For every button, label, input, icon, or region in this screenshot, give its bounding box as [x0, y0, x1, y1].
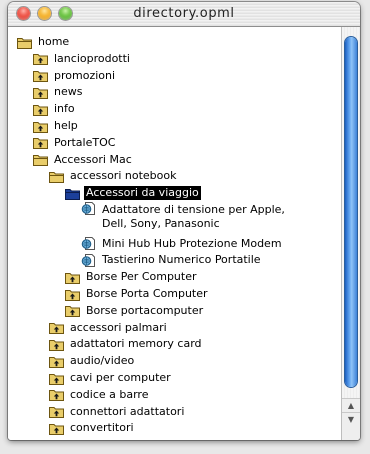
tree-item-label: cavi per computer [70, 371, 171, 384]
folder-arrow-icon[interactable] [65, 288, 80, 301]
tree-item-label: Borse Porta Computer [86, 287, 208, 300]
folder-open-icon[interactable] [49, 170, 64, 183]
tree-item[interactable]: Tastierino Numerico Portatile [81, 252, 263, 268]
folder-arrow-icon[interactable] [33, 86, 48, 99]
tree-item[interactable]: adattatori memory card [49, 336, 204, 352]
tree-item-label: home [38, 35, 70, 48]
tree-item-label: Borse Per Computer [86, 270, 197, 284]
tree-item-label: Tastierino Numerico Portatile [102, 253, 261, 267]
scroll-down-arrow-icon[interactable]: ▼ [342, 412, 360, 427]
tree-item[interactable]: Borse portacomputer [65, 303, 205, 319]
tree-item[interactable]: accessori palmari [49, 320, 169, 336]
tree-item[interactable]: news [33, 84, 84, 100]
folder-arrow-icon[interactable] [49, 321, 64, 335]
tree-item-label: Adattatore di tensione per Apple, Dell, … [102, 203, 285, 230]
folder-arrow-icon[interactable] [65, 271, 80, 284]
globe-document-icon[interactable] [81, 237, 96, 251]
tree-item-label: connettori adattatori [70, 404, 185, 418]
tree-item[interactable]: Adattatore di tensione per Apple, Dell, … [81, 202, 314, 231]
tree-item[interactable]: codice a barre [49, 387, 150, 403]
tree-item-label: Accessori da viaggio [84, 186, 201, 201]
tree-item-label: codice a barre [70, 387, 149, 401]
tree-item-label: help [54, 119, 78, 132]
folder-arrow-icon[interactable] [49, 338, 64, 351]
folder-arrow-icon[interactable] [49, 372, 64, 385]
tree-item-label: info [54, 102, 75, 116]
tree-item-label: accessori notebook [70, 169, 177, 183]
folder-arrow-icon[interactable] [33, 136, 48, 150]
tree-item-label: PortaleTOC [54, 135, 116, 149]
tree-item[interactable]: Borse Per Computer [65, 269, 199, 285]
tree-item[interactable]: cavi per computer [49, 370, 173, 386]
resize-grip-icon[interactable] [342, 426, 360, 440]
tree-item[interactable]: convertitori [49, 420, 136, 436]
tree-item-label: Mini Hub Hub Protezione Modem [102, 236, 282, 250]
folder-arrow-icon[interactable] [49, 422, 64, 435]
tree-item[interactable]: connettori adattatori [49, 404, 186, 420]
tree-item-selected[interactable]: Accessori da viaggio [65, 185, 201, 201]
folder-arrow-icon[interactable] [65, 304, 80, 318]
tree-item-label: news [54, 85, 83, 99]
tree-item-label: Accessori Mac [54, 152, 132, 166]
tree-item[interactable]: Accessori Mac [33, 152, 134, 168]
folder-arrow-icon[interactable] [49, 388, 64, 402]
outline-tree[interactable]: home lancioprodotti promozioni news info help… [8, 27, 342, 440]
tree-item-label: lancioprodotti [54, 51, 130, 65]
scroll-thumb[interactable] [345, 37, 357, 387]
tree-item[interactable]: PortaleTOC [33, 135, 117, 151]
tree-item-label: adattatori memory card [70, 337, 202, 351]
tree-item-label: promozioni [54, 68, 116, 82]
folder-arrow-icon[interactable] [33, 52, 48, 66]
folder-arrow-icon[interactable] [33, 120, 48, 133]
title-bar[interactable]: directory.opml [8, 2, 360, 27]
tree-item-label: Borse portacomputer [86, 303, 204, 317]
folder-arrow-icon[interactable] [33, 103, 48, 116]
tree-item[interactable]: lancioprodotti [33, 51, 132, 67]
folder-open-icon[interactable] [17, 36, 32, 49]
tree-item-label: convertitori [70, 421, 134, 435]
folder-selected-icon[interactable] [65, 187, 80, 200]
vertical-scrollbar[interactable]: ▲ ▼ [341, 27, 360, 440]
tree-item[interactable]: info [33, 101, 77, 117]
tree-item[interactable]: Borse Porta Computer [65, 286, 210, 302]
scroll-up-arrow-icon[interactable]: ▲ [342, 398, 360, 413]
folder-arrow-icon[interactable] [49, 355, 64, 368]
tree-item[interactable]: accessori notebook [49, 168, 178, 184]
tree-item[interactable]: home [17, 34, 71, 50]
tree-item[interactable]: promozioni [33, 68, 117, 84]
outliner-window: directory.opml home lancioprodotti promozi… [8, 2, 360, 440]
folder-arrow-icon[interactable] [49, 405, 64, 419]
window-title: directory.opml [133, 6, 235, 21]
tree-item[interactable]: help [33, 118, 80, 134]
tree-item[interactable]: audio/video [49, 353, 136, 369]
tree-item-label: audio/video [70, 354, 135, 368]
folder-open-icon[interactable] [33, 153, 48, 167]
tree-item[interactable]: Mini Hub Hub Protezione Modem [81, 236, 284, 252]
globe-document-icon[interactable] [81, 253, 96, 267]
folder-arrow-icon[interactable] [33, 69, 48, 83]
globe-document-icon[interactable] [81, 202, 96, 215]
tree-item-label: accessori palmari [70, 320, 167, 334]
